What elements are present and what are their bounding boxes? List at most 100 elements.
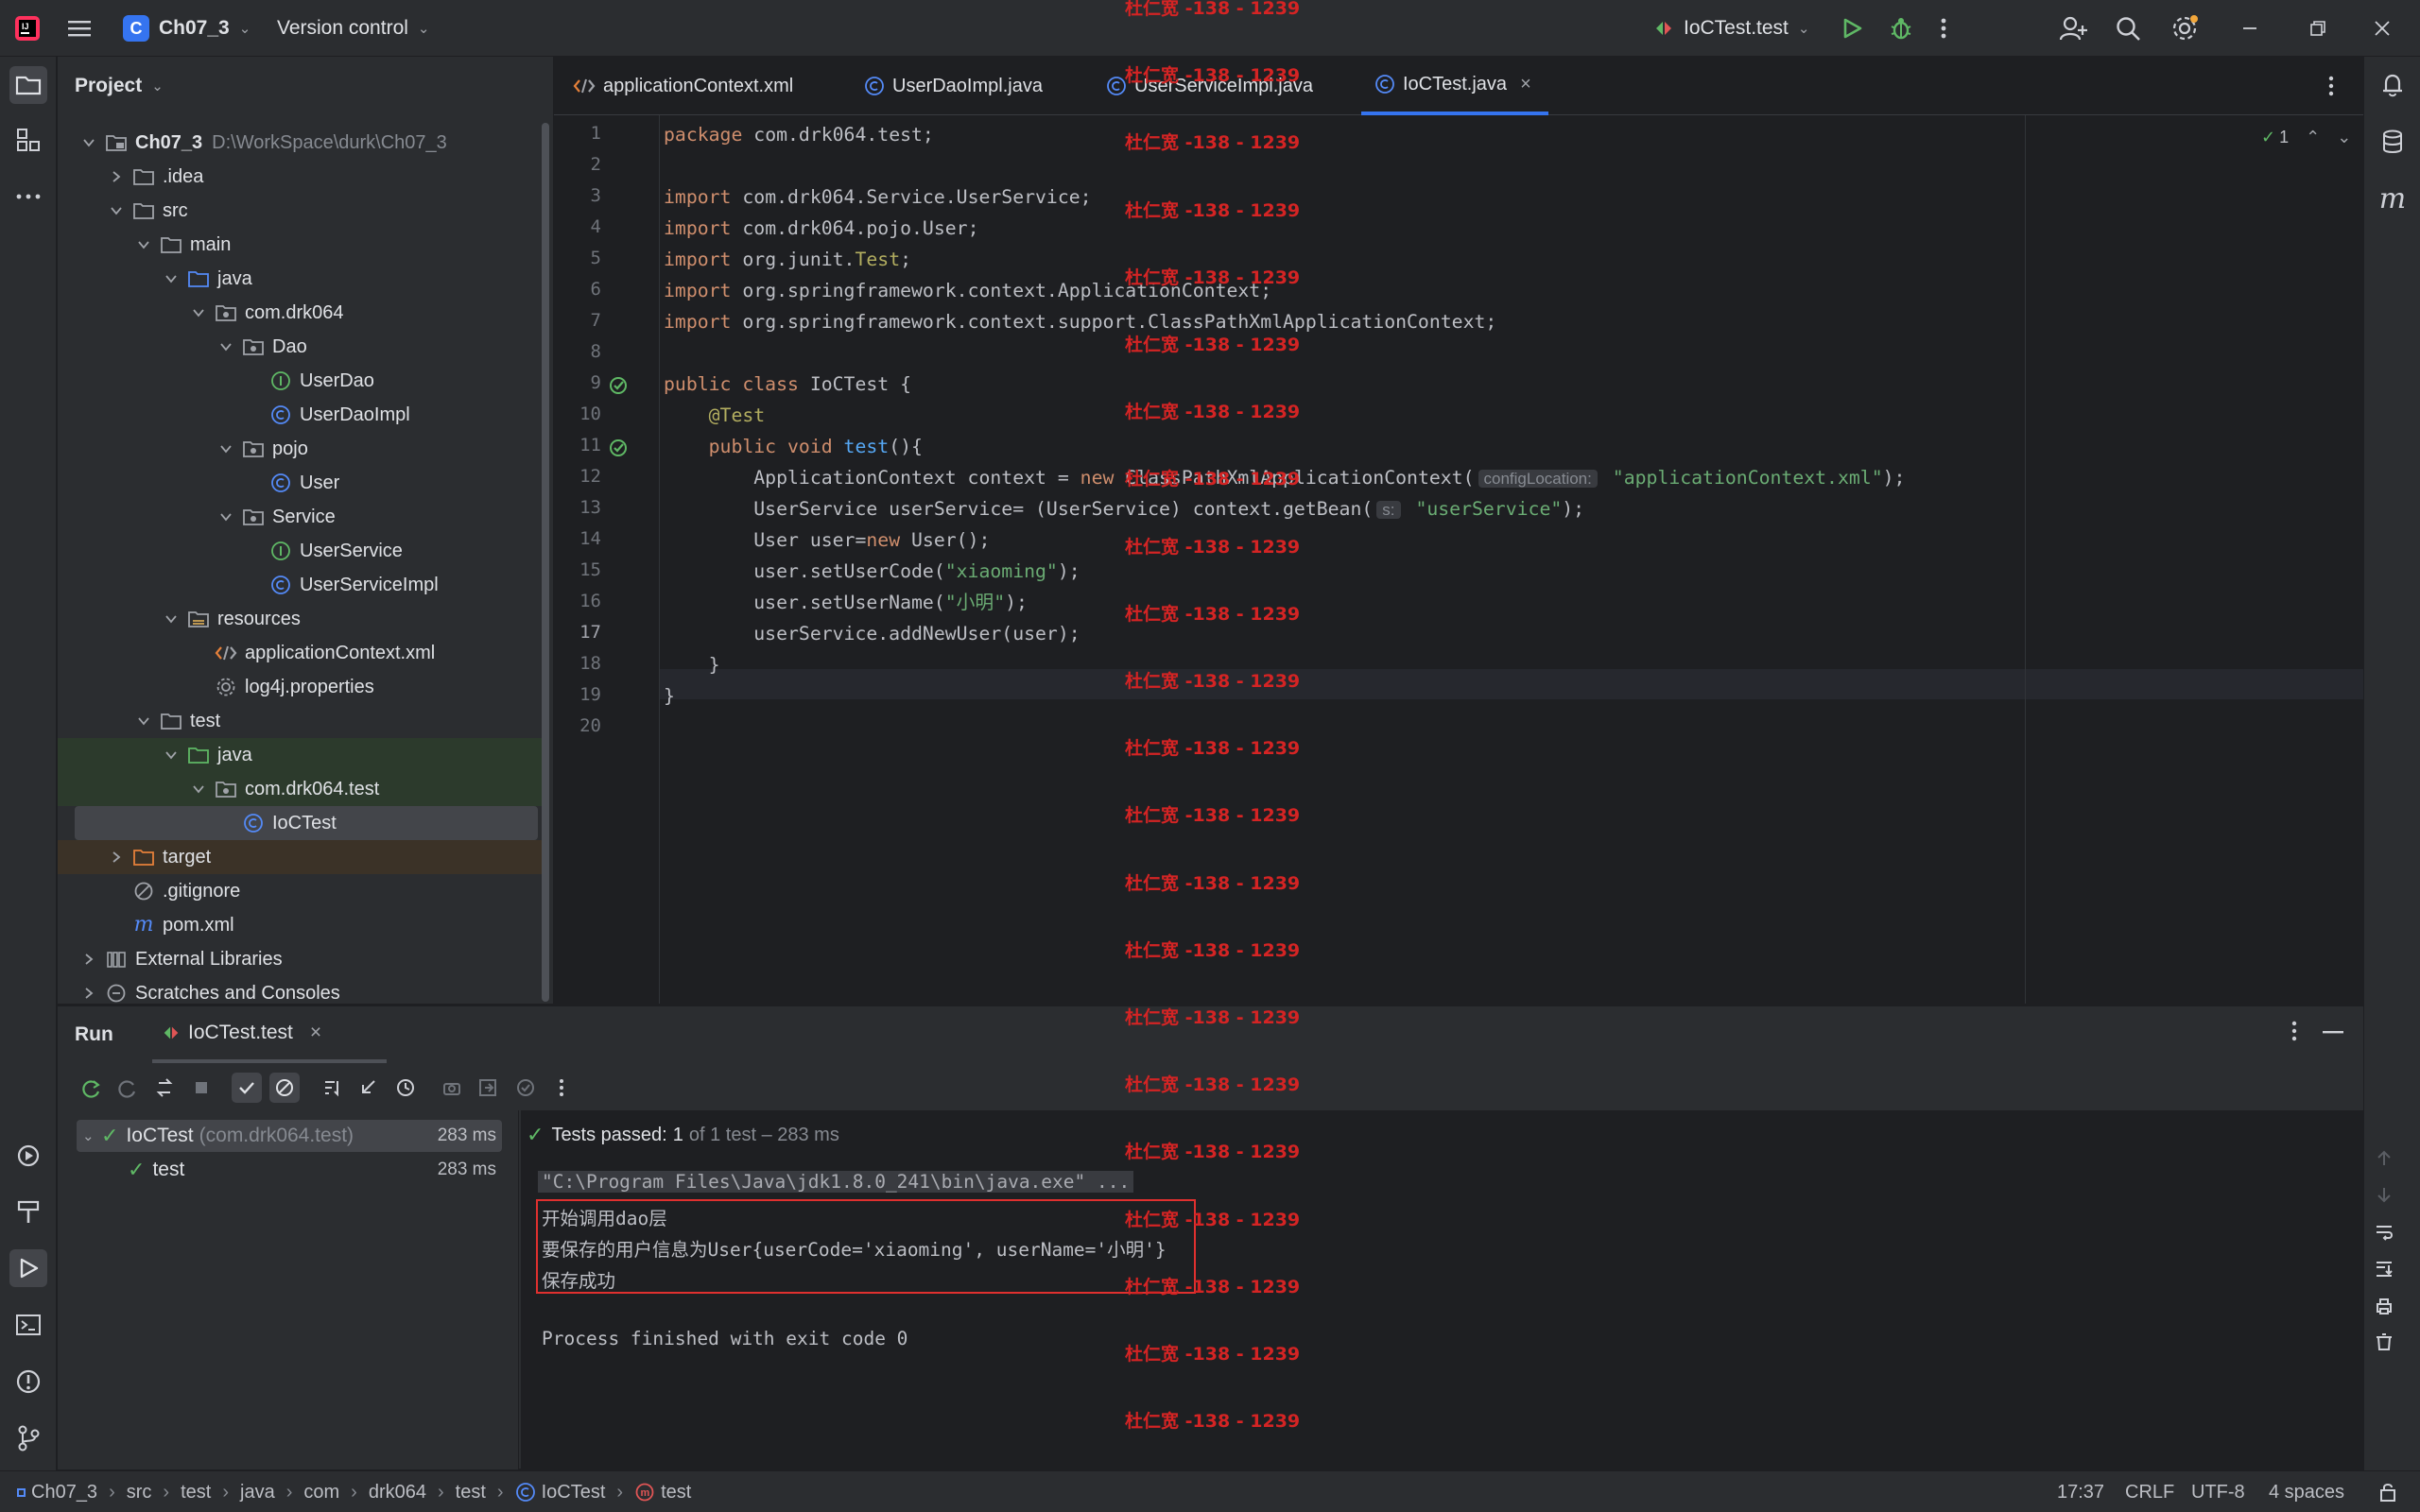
tab-user-service-impl-java[interactable]: UserServiceImpl.java: [1106, 57, 1313, 115]
inspection-widget[interactable]: ✓ 1 ⌃ ⌄: [2261, 123, 2351, 151]
build-tool-button[interactable]: [9, 1193, 47, 1230]
restore-icon[interactable]: [2308, 0, 2327, 57]
app-logo-icon[interactable]: IJ: [13, 0, 42, 57]
tree-item-java[interactable]: java: [58, 738, 545, 772]
tree-item-user[interactable]: User: [58, 466, 545, 500]
problems-tool-button[interactable]: [9, 1363, 47, 1400]
tree-item-ch07-3[interactable]: Ch07_3 D:\WorkSpace\durk\Ch07_3: [58, 126, 545, 160]
chevron-right-icon[interactable]: [78, 983, 99, 1004]
breadcrumb-item[interactable]: test: [661, 1482, 691, 1503]
collapse-icon[interactable]: [353, 1073, 383, 1103]
clear-console-icon[interactable]: [2374, 1332, 2394, 1352]
project-selector[interactable]: C Ch07_3 ⌄: [123, 0, 251, 57]
breadcrumb-item[interactable]: test: [456, 1482, 486, 1503]
code-line[interactable]: public class IoCTest {: [664, 370, 911, 399]
chevron-down-icon[interactable]: ⌄: [2337, 128, 2351, 147]
tree-item-userservice[interactable]: UserService: [58, 534, 545, 568]
indent-setting[interactable]: 4 spaces: [2269, 1471, 2344, 1512]
tree-item-test[interactable]: test: [58, 704, 545, 738]
more-icon[interactable]: [546, 1073, 577, 1103]
git-tool-button[interactable]: [9, 1419, 47, 1457]
code-line[interactable]: import org.springframework.context.Appli…: [664, 277, 1271, 305]
run-more-icon[interactable]: [2290, 1020, 2298, 1042]
code-line[interactable]: User user=new User();: [664, 526, 990, 555]
tree-item-resources[interactable]: resources: [58, 602, 545, 636]
notifications-tool-button[interactable]: [2374, 66, 2411, 104]
terminal-tool-button[interactable]: [9, 1306, 47, 1344]
tabs-more-icon[interactable]: [2327, 57, 2335, 115]
code-line[interactable]: import com.drk064.Service.UserService;: [664, 183, 1092, 212]
more-actions-icon[interactable]: [1940, 0, 1947, 57]
cursor-position[interactable]: 17:37: [2057, 1471, 2104, 1512]
chevron-down-icon[interactable]: [161, 609, 182, 629]
tree-item-pom-xml[interactable]: m pom.xml: [58, 908, 545, 942]
run-test-gutter-icon[interactable]: [607, 374, 630, 397]
code-line[interactable]: import com.drk064.pojo.User;: [664, 215, 978, 243]
tree-item-main[interactable]: main: [58, 228, 545, 262]
camera-icon[interactable]: [437, 1073, 467, 1103]
console-text-area[interactable]: "C:\Program Files\Java\jdk1.8.0_241\bin\…: [536, 1163, 2313, 1468]
database-tool-button[interactable]: [2374, 123, 2411, 161]
project-scrollbar[interactable]: [542, 123, 549, 1002]
tree-item-src[interactable]: src: [58, 194, 545, 228]
close-window-icon[interactable]: [2373, 0, 2392, 57]
code-line[interactable]: user.setUserCode("xiaoming");: [664, 558, 1080, 586]
project-panel-header[interactable]: Project ⌄: [58, 57, 553, 115]
run-button[interactable]: [1840, 0, 1864, 57]
chevron-down-icon[interactable]: [216, 507, 236, 527]
tree-item-idea[interactable]: .idea: [58, 160, 545, 194]
run-tool-button[interactable]: [9, 1249, 47, 1287]
chevron-down-icon[interactable]: [133, 711, 154, 731]
close-tab-icon[interactable]: ×: [310, 1022, 321, 1044]
code-line[interactable]: user.setUserName("小明");: [664, 589, 1028, 617]
tree-item-dao[interactable]: Dao: [58, 330, 545, 364]
search-icon[interactable]: [2115, 0, 2141, 57]
more-tools-icon[interactable]: [9, 178, 47, 215]
breadcrumb-item[interactable]: java: [240, 1482, 275, 1503]
tree-item-userserviceimpl[interactable]: UserServiceImpl: [58, 568, 545, 602]
breadcrumb-item[interactable]: com: [303, 1482, 339, 1503]
breadcrumb-item[interactable]: test: [181, 1482, 211, 1503]
import-icon[interactable]: [473, 1073, 503, 1103]
code-line[interactable]: package com.drk064.test;: [664, 121, 934, 149]
tree-item-com-drk064[interactable]: com.drk064: [58, 296, 545, 330]
tab-ioc-test-java[interactable]: IoCTest.java ×: [1361, 57, 1548, 115]
tree-item-applicationcontext-xml[interactable]: applicationContext.xml: [58, 636, 545, 670]
chevron-right-icon[interactable]: [106, 166, 127, 187]
code-line[interactable]: @Test: [664, 402, 766, 430]
breadcrumb-item[interactable]: Ch07_3: [31, 1482, 97, 1503]
main-menu-icon[interactable]: [66, 0, 93, 57]
maven-tool-button[interactable]: m: [2374, 180, 2411, 217]
breadcrumb-item[interactable]: src: [127, 1482, 152, 1503]
run-tab-ioc-test[interactable]: IoCTest.test ×: [152, 1006, 387, 1063]
scroll-to-end-icon[interactable]: [2374, 1258, 2394, 1279]
breadcrumb-item[interactable]: drk064: [369, 1482, 426, 1503]
code-line[interactable]: }: [664, 682, 675, 711]
chevron-down-icon[interactable]: [188, 302, 209, 323]
coverage-icon[interactable]: [510, 1073, 541, 1103]
run-config-selector[interactable]: IoCTest.test ⌄: [1653, 0, 1809, 57]
console-command-line[interactable]: "C:\Program Files\Java\jdk1.8.0_241\bin\…: [538, 1171, 1134, 1193]
chevron-down-icon[interactable]: [188, 779, 209, 799]
scroll-down-icon[interactable]: [2374, 1184, 2394, 1205]
services-tool-button[interactable]: [9, 1137, 47, 1175]
chevron-down-icon[interactable]: [78, 132, 99, 153]
minimize-icon[interactable]: [2240, 0, 2259, 57]
history-icon[interactable]: [390, 1073, 421, 1103]
stop-icon[interactable]: [186, 1073, 216, 1103]
tree-item-target[interactable]: target: [58, 840, 545, 874]
chevron-right-icon[interactable]: [106, 847, 127, 868]
chevron-down-icon[interactable]: [216, 336, 236, 357]
tree-item-gitignore[interactable]: .gitignore: [58, 874, 545, 908]
test-row-test[interactable]: ✓ test 283 ms: [77, 1154, 502, 1186]
code-line[interactable]: UserService userService= (UserService) c…: [664, 495, 1584, 524]
tree-item-userdaoimpl[interactable]: UserDaoImpl: [58, 398, 545, 432]
rerun-failed-icon[interactable]: [112, 1073, 142, 1103]
project-tool-button[interactable]: [9, 66, 47, 104]
tree-item-pojo[interactable]: pojo: [58, 432, 545, 466]
tree-item-userdao[interactable]: UserDao: [58, 364, 545, 398]
lock-icon[interactable]: [2378, 1471, 2397, 1512]
line-separator[interactable]: CRLF: [2125, 1471, 2174, 1512]
show-ignored-icon[interactable]: [269, 1073, 300, 1103]
settings-gear-icon[interactable]: [2170, 0, 2199, 57]
